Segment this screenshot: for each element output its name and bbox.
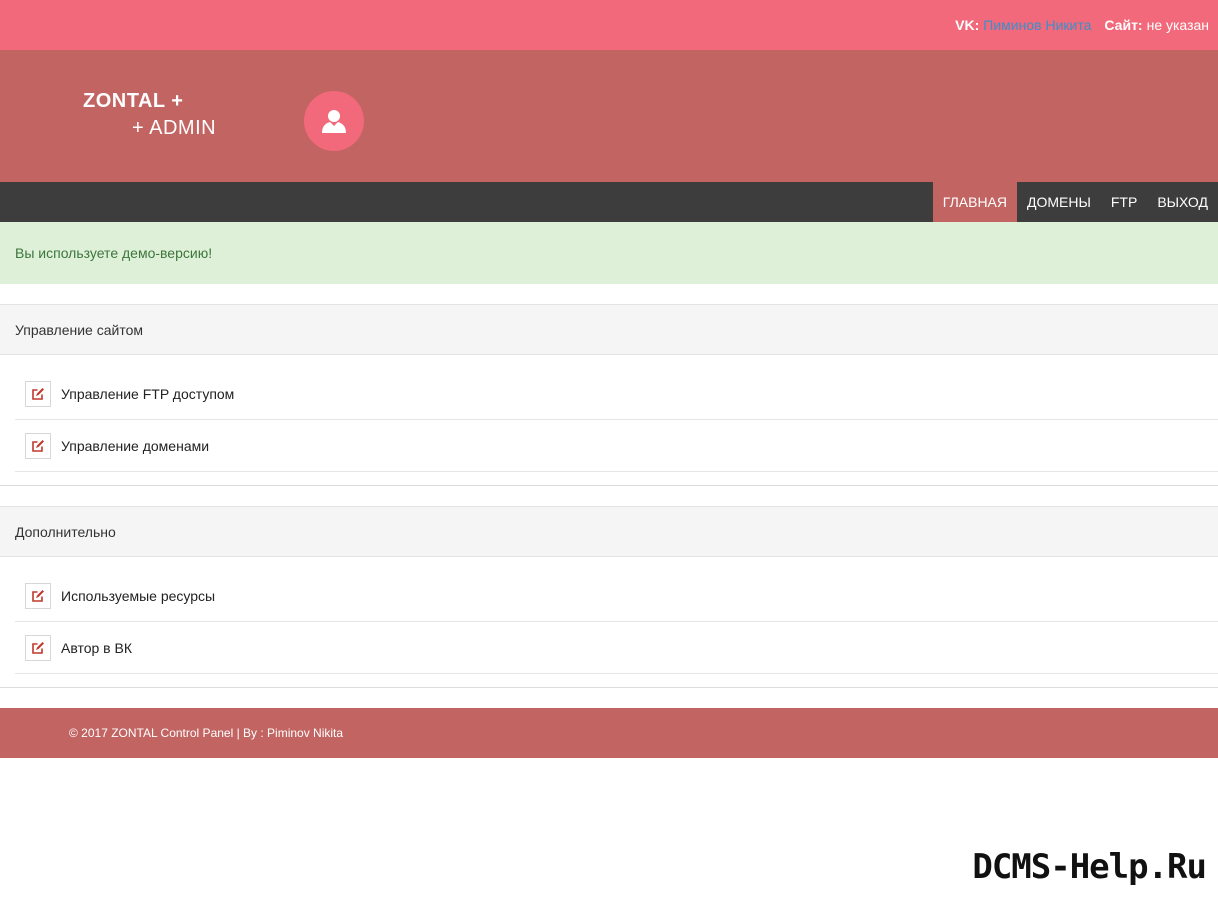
header: ZONTAL + + ADMIN: [0, 50, 1218, 182]
list-item-label: Используемые ресурсы: [61, 587, 216, 604]
nav-item-logout[interactable]: ВЫХОД: [1147, 182, 1218, 222]
demo-alert: Вы используете демо-версию!: [0, 222, 1218, 284]
panel-body: Управление FTP доступом Управление домен…: [0, 355, 1218, 485]
edit-icon: [25, 582, 51, 609]
top-bar: VK: Пиминов Никита Сайт: не указан: [0, 0, 1218, 50]
panel-additional: Дополнительно Используемые ресурсы Автор…: [0, 506, 1218, 688]
edit-icon: [25, 380, 51, 407]
footer-text: © 2017 ZONTAL Control Panel | By : Pimin…: [69, 726, 344, 740]
user-icon: [322, 110, 346, 133]
nav-item-domains[interactable]: ДОМЕНЫ: [1017, 182, 1101, 222]
vk-info: VK: Пиминов Никита: [955, 17, 1091, 33]
panel-title: Дополнительно: [0, 507, 1218, 557]
edit-icon: [25, 432, 51, 459]
edit-icon: [25, 634, 51, 661]
list-item-ftp-access[interactable]: Управление FTP доступом: [15, 368, 1218, 420]
site-info: Сайт: не указан: [1104, 17, 1209, 33]
site-label: Сайт:: [1104, 17, 1143, 33]
nav-item-home[interactable]: ГЛАВНАЯ: [932, 182, 1017, 222]
site-value: не указан: [1146, 17, 1209, 33]
vk-link[interactable]: Пиминов Никита: [983, 17, 1091, 33]
avatar[interactable]: [304, 91, 364, 151]
logo-line-1: ZONTAL +: [83, 90, 184, 112]
panel-site-management: Управление сайтом Управление FTP доступо…: [0, 304, 1218, 486]
list-item-label: Автор в ВК: [61, 639, 133, 656]
panel-title: Управление сайтом: [0, 305, 1218, 355]
vk-label: VK:: [955, 17, 980, 33]
list-item-label: Управление FTP доступом: [61, 385, 235, 402]
list-item-author-vk[interactable]: Автор в ВК: [15, 622, 1218, 674]
watermark: DCMS-Help.Ru: [972, 847, 1207, 887]
logo-line-2: + ADMIN: [132, 117, 217, 139]
list-item-resources[interactable]: Используемые ресурсы: [15, 570, 1218, 622]
footer: © 2017 ZONTAL Control Panel | By : Pimin…: [0, 708, 1218, 758]
panel-body: Используемые ресурсы Автор в ВК: [0, 557, 1218, 687]
list-item-label: Управление доменами: [61, 437, 210, 454]
main-nav: ГЛАВНАЯ ДОМЕНЫ FTP ВЫХОД: [0, 182, 1218, 222]
list-item-domains[interactable]: Управление доменами: [15, 420, 1218, 472]
nav-item-ftp[interactable]: FTP: [1101, 182, 1147, 222]
